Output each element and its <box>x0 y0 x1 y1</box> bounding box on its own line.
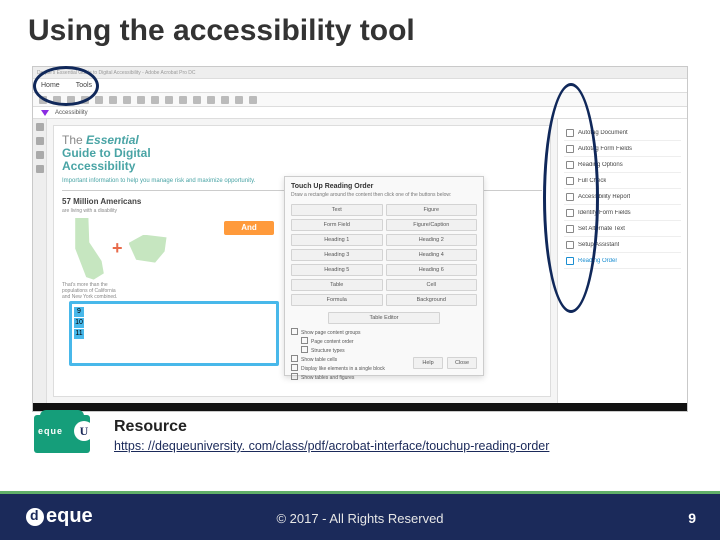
chk-show-groups[interactable]: Show page content groups <box>291 328 477 336</box>
tool-autotag-document[interactable]: Autotag Document <box>564 125 681 141</box>
panel-header: Accessibility <box>33 107 687 119</box>
form-icon <box>566 145 574 153</box>
windows-taskbar <box>33 403 687 411</box>
document-view: The Essential Guide to Digital Accessibi… <box>53 125 551 397</box>
radio-structure-types[interactable]: Structure types <box>301 346 477 354</box>
left-nav-rail <box>33 119 47 403</box>
btn-formula[interactable]: Formula <box>291 294 383 306</box>
newyork-shape <box>129 235 167 263</box>
order-icon <box>566 257 574 265</box>
highlight-box <box>69 301 279 366</box>
btn-figcap[interactable]: Figure/Caption <box>386 219 478 231</box>
gear-icon <box>566 241 574 249</box>
btn-background[interactable]: Background <box>386 294 478 306</box>
tool-autotag-form[interactable]: Autotag Form Fields <box>564 141 681 157</box>
page-number: 9 <box>688 510 696 526</box>
btn-text[interactable]: Text <box>291 204 383 216</box>
and-badge: And <box>224 221 274 235</box>
identify-icon <box>566 209 574 217</box>
tag-icon <box>566 129 574 137</box>
btn-h6[interactable]: Heading 6 <box>386 264 478 276</box>
map-caption: That's more than the populations of Cali… <box>62 282 122 300</box>
slide-title: Using the accessibility tool <box>28 14 720 48</box>
accessibility-tools-panel: Autotag Document Autotag Form Fields Rea… <box>557 119 687 403</box>
btn-table[interactable]: Table <box>291 279 383 291</box>
workarea: The Essential Guide to Digital Accessibi… <box>33 119 687 403</box>
deque-university-badge: eque <box>34 415 96 459</box>
toolbar <box>33 93 687 107</box>
reading-order-numbers: 9 10 11 <box>74 306 87 339</box>
touchup-reading-order-dialog: Touch Up Reading Order Draw a rectangle … <box>284 176 484 376</box>
menu-home[interactable]: Home <box>33 82 68 89</box>
btn-h2[interactable]: Heading 2 <box>386 234 478 246</box>
menubar: Home Tools <box>33 79 687 93</box>
acrobat-screenshot: Deque's Essential Guide to Digital Acces… <box>32 66 688 412</box>
check-icon <box>566 177 574 185</box>
dialog-title: Touch Up Reading Order <box>291 183 477 190</box>
radio-content-order[interactable]: Page content order <box>301 337 477 345</box>
alt-icon <box>566 225 574 233</box>
copyright-text: © 2017 - All Rights Reserved <box>0 511 720 526</box>
tool-accessibility-report[interactable]: Accessibility Report <box>564 189 681 205</box>
panel-header-label: Accessibility <box>55 110 88 116</box>
btn-close[interactable]: Close <box>447 357 477 369</box>
btn-h4[interactable]: Heading 4 <box>386 249 478 261</box>
tool-identify-form[interactable]: Identify Form Fields <box>564 205 681 221</box>
tool-reading-options[interactable]: Reading Options <box>564 157 681 173</box>
btn-table-editor[interactable]: Table Editor <box>328 312 440 324</box>
menu-tools[interactable]: Tools <box>68 82 100 89</box>
chk-tables-figures[interactable]: Show tables and figures <box>291 373 477 381</box>
btn-h3[interactable]: Heading 3 <box>291 249 383 261</box>
book-icon <box>566 161 574 169</box>
tool-reading-order[interactable]: Reading Order <box>564 253 681 269</box>
btn-cell[interactable]: Cell <box>386 279 478 291</box>
resource-link[interactable]: https: //dequeuniversity. com/class/pdf/… <box>114 439 549 453</box>
window-titlebar: Deque's Essential Guide to Digital Acces… <box>33 67 687 79</box>
collapse-icon[interactable] <box>41 110 49 116</box>
btn-h1[interactable]: Heading 1 <box>291 234 383 246</box>
slide-footer: eque © 2017 - All Rights Reserved 9 <box>0 494 720 540</box>
dialog-subtitle: Draw a rectangle around the content then… <box>291 192 477 198</box>
tool-alt-text[interactable]: Set Alternate Text <box>564 221 681 237</box>
resource-heading: Resource <box>114 418 700 436</box>
tool-setup-assistant[interactable]: Setup Assistant <box>564 237 681 253</box>
doc-heading: The Essential Guide to Digital Accessibi… <box>62 134 542 174</box>
tool-full-check[interactable]: Full Check <box>564 173 681 189</box>
california-shape <box>62 218 106 280</box>
btn-figure[interactable]: Figure <box>386 204 478 216</box>
plus-icon: + <box>112 238 123 259</box>
report-icon <box>566 193 574 201</box>
resource-block: eque Resource https: //dequeuniversity. … <box>34 418 700 455</box>
btn-help[interactable]: Help <box>413 357 443 369</box>
btn-h5[interactable]: Heading 5 <box>291 264 383 276</box>
btn-form[interactable]: Form Field <box>291 219 383 231</box>
